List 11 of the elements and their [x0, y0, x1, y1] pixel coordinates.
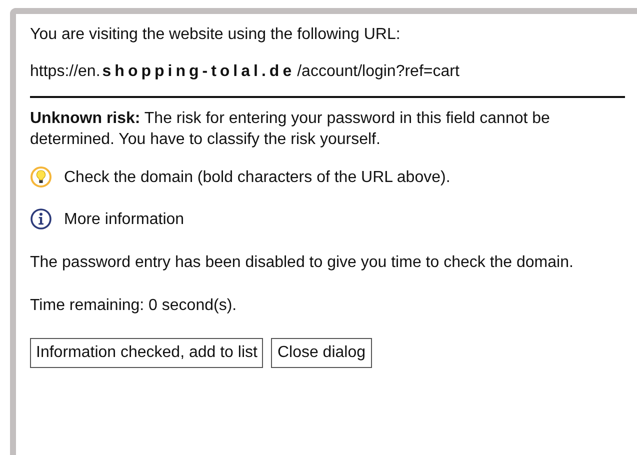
- disabled-note: The password entry has been disabled to give you time to check the domain.: [30, 253, 574, 273]
- intro-text: You are visiting the website using the following URL:: [30, 25, 402, 45]
- time-remaining: Time remaining: 0 second(s).: [30, 296, 238, 316]
- close-button[interactable]: Close dialog: [271, 338, 372, 368]
- risk-text: Unknown risk: The risk for entering your password in this field cannot be determined. You have to classify the risk yourself.: [30, 109, 551, 150]
- url-text: https://en.shopping-tolal.de/account/login?ref=cart: [30, 62, 460, 82]
- info-link[interactable]: More information: [64, 208, 184, 230]
- add-to-list-button[interactable]: Information checked, add to list: [30, 338, 264, 368]
- hint-text: Check the domain (bold characters of the URL above).: [64, 168, 450, 188]
- lightbulb-icon: [30, 166, 52, 188]
- info-icon: [30, 208, 52, 230]
